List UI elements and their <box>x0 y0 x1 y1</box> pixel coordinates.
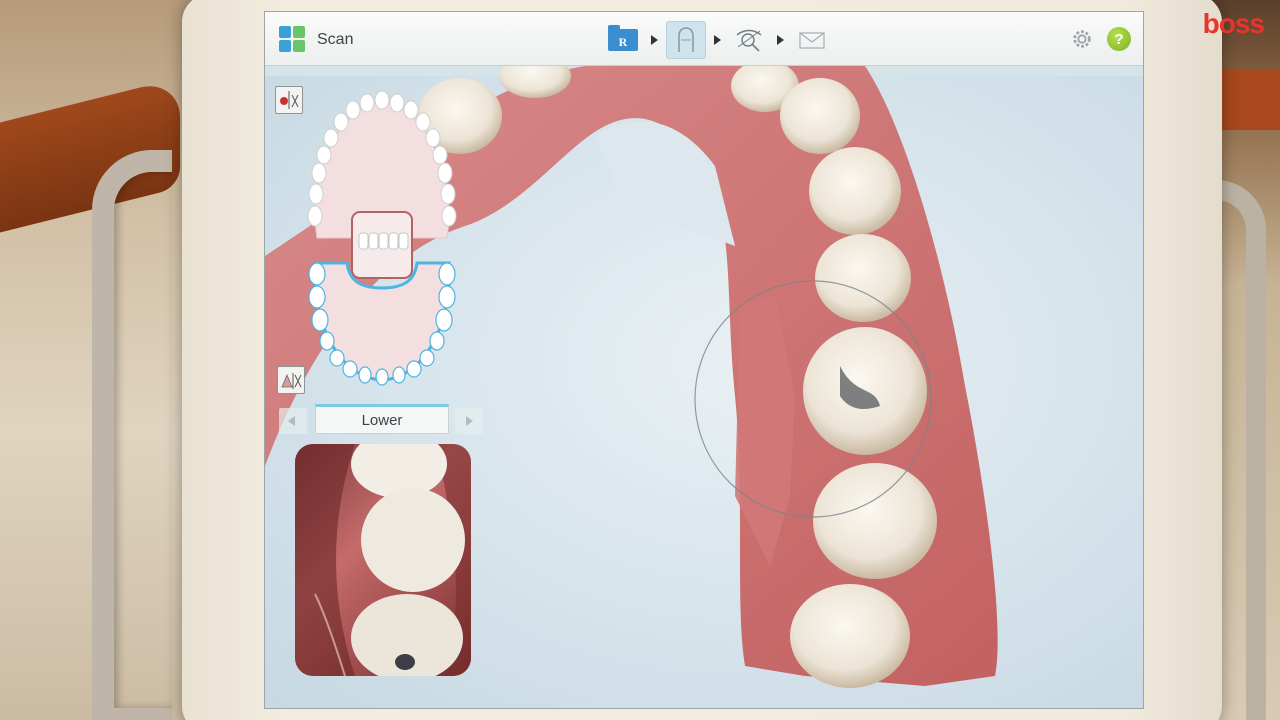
step-arrow-icon <box>777 35 784 45</box>
page-title: Scan <box>317 31 354 48</box>
tooth-scan-icon <box>678 27 694 52</box>
tooth <box>790 584 910 688</box>
tooth <box>780 78 860 154</box>
step-view[interactable] <box>729 21 769 59</box>
step-scan[interactable] <box>666 21 706 59</box>
send-envelope-icon <box>799 32 825 49</box>
app-grid-icon[interactable] <box>279 26 305 52</box>
scanner-screen: Scan R ? Lower <box>264 11 1144 709</box>
tooth <box>815 234 911 322</box>
step-arrow-icon <box>714 35 721 45</box>
workflow-steps: R <box>603 20 832 60</box>
jaw-map-diagram[interactable] <box>297 88 467 388</box>
current-arch-label: Lower <box>315 404 449 434</box>
rx-folder-icon: R <box>608 25 638 51</box>
gear-icon[interactable] <box>1071 28 1093 50</box>
step-rx[interactable]: R <box>603 21 643 59</box>
top-toolbar: Scan R ? <box>265 12 1143 66</box>
device-handle-left <box>92 150 172 720</box>
live-camera-preview <box>295 444 471 676</box>
arch-prev-button[interactable] <box>279 408 307 434</box>
arch-next-button[interactable] <box>455 408 483 434</box>
brand-watermark: boss <box>1202 8 1265 39</box>
step-arrow-icon <box>651 35 658 45</box>
arch-navigator: Lower <box>279 404 483 436</box>
camera-feed <box>295 444 471 676</box>
step-send[interactable] <box>792 21 832 59</box>
help-icon[interactable]: ? <box>1107 27 1131 51</box>
view-tools-icon <box>736 29 762 52</box>
tooth <box>809 147 901 235</box>
tooth <box>813 463 937 579</box>
